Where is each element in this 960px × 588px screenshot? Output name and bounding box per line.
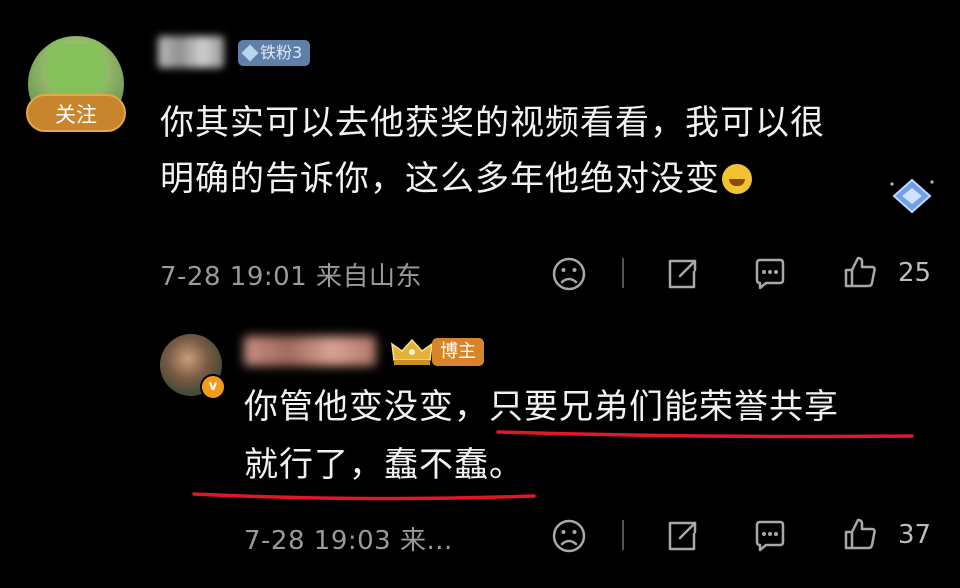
comment-line-2: 明确的告诉你，这么多年他绝对没变 [160, 159, 720, 199]
like-count: 25 [898, 258, 932, 288]
avatar-cat-illustration [46, 36, 106, 98]
share-icon[interactable] [664, 518, 700, 554]
diamond-icon [241, 44, 259, 62]
divider [622, 520, 624, 550]
comment-text: 你其实可以去他获奖的视频看看，我可以很 明确的告诉你，这么多年他绝对没变 [160, 95, 920, 207]
like-icon[interactable] [842, 516, 878, 552]
comment-line-1: 你其实可以去他获奖的视频看看，我可以很 [160, 103, 825, 143]
comment-icon[interactable] [752, 256, 788, 292]
laughing-crying-emoji-icon [722, 164, 752, 194]
verified-badge-icon: v [200, 374, 226, 400]
share-icon[interactable] [664, 256, 700, 292]
like-icon[interactable] [842, 254, 878, 290]
blogger-name-blurred[interactable] [244, 336, 376, 366]
reply-text: 你管他变没变，只要兄弟们能荣誉共享 就行了，蠢不蠢。 [244, 378, 934, 494]
dislike-icon[interactable] [551, 518, 587, 554]
medal-decoration-icon [890, 178, 934, 214]
reply-timestamp-location: 7-28 19:03 来... [244, 526, 453, 556]
fan-level-badge: 铁粉3 [238, 40, 311, 66]
comment-timestamp-location: 7-28 19:01 来自山东 [160, 262, 422, 292]
fan-badge-label: 铁粉3 [260, 43, 303, 62]
follow-button[interactable]: 关注 [26, 94, 126, 132]
author-badge: 博主 [432, 338, 484, 366]
like-count: 37 [898, 520, 932, 550]
comment-icon[interactable] [752, 518, 788, 554]
red-underline-annotation [192, 430, 914, 501]
dislike-icon[interactable] [551, 256, 587, 292]
reply-line-2: 就行了，蠢不蠢。 [244, 445, 524, 485]
crown-icon [391, 338, 433, 365]
reply-line-1: 你管他变没变，只要兄弟们能荣誉共享 [244, 387, 839, 427]
commenter-name-blurred[interactable] [158, 36, 224, 68]
divider [622, 258, 624, 288]
